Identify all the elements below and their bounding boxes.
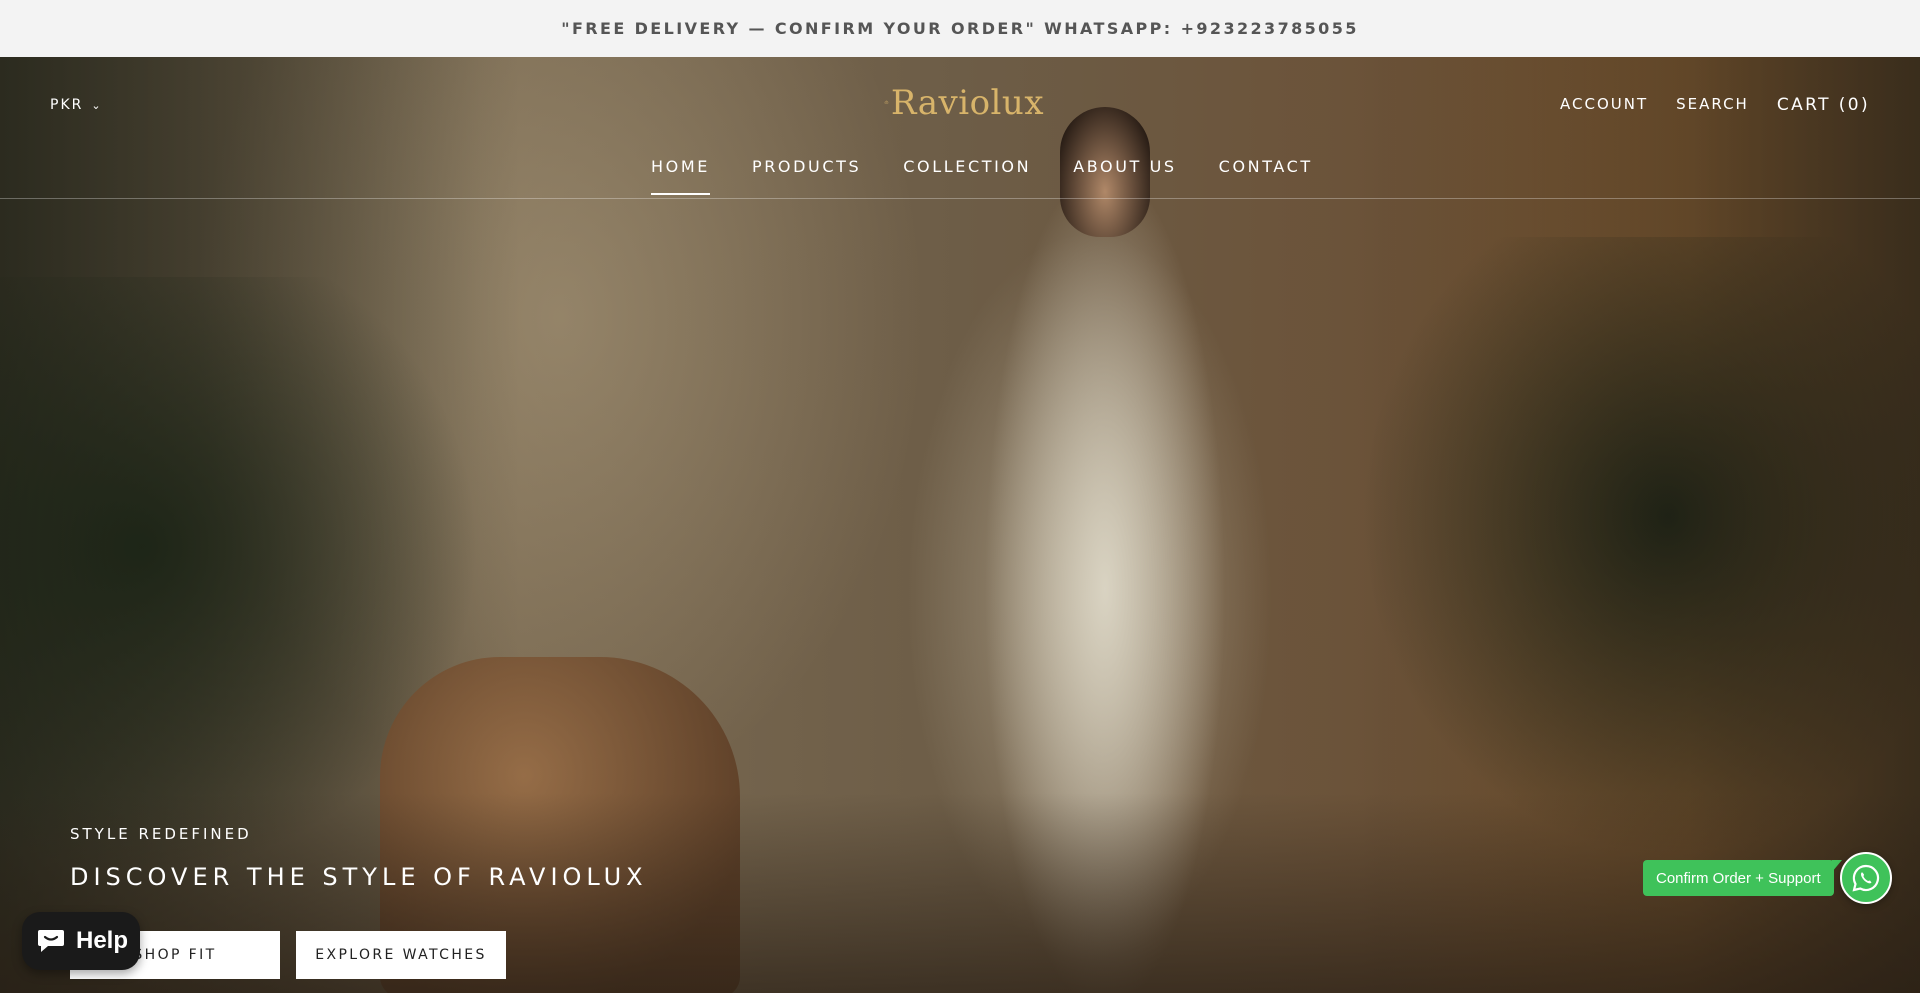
nav-item-contact[interactable]: CONTACT bbox=[1219, 157, 1313, 194]
crown-icon bbox=[884, 100, 889, 104]
hero-copy: STYLE REDEFINED DISCOVER THE STYLE OF RA… bbox=[70, 825, 648, 891]
whatsapp-button[interactable] bbox=[1840, 852, 1892, 904]
announcement-text: "FREE DELIVERY — CONFIRM YOUR ORDER" WHA… bbox=[561, 19, 1359, 38]
nav-item-collection[interactable]: COLLECTION bbox=[903, 157, 1031, 194]
site-header: PKR ⌄ Raviolux ACCOUNT SEARCH CART (0) H… bbox=[0, 57, 1920, 199]
nav-item-products[interactable]: PRODUCTS bbox=[752, 157, 861, 194]
nav-item-about-us[interactable]: ABOUT US bbox=[1073, 157, 1176, 194]
chevron-down-icon: ⌄ bbox=[91, 98, 103, 112]
logo-text: Raviolux bbox=[890, 83, 1044, 123]
announcement-bar: "FREE DELIVERY — CONFIRM YOUR ORDER" WHA… bbox=[0, 0, 1920, 57]
search-link[interactable]: SEARCH bbox=[1676, 95, 1749, 115]
chat-bubble-icon bbox=[38, 930, 64, 952]
explore-watches-button[interactable]: EXPLORE WATCHES bbox=[296, 931, 506, 979]
whatsapp-icon bbox=[1852, 864, 1880, 892]
help-label: Help bbox=[76, 927, 129, 954]
nav-item-home[interactable]: HOME bbox=[651, 157, 710, 195]
hero-eyebrow: STYLE REDEFINED bbox=[70, 825, 252, 843]
help-chat-button[interactable]: Help bbox=[22, 912, 141, 970]
site-logo[interactable]: Raviolux bbox=[884, 71, 1044, 135]
header-actions: ACCOUNT SEARCH CART (0) bbox=[1560, 95, 1870, 115]
main-nav: HOME PRODUCTS COLLECTION ABOUT US CONTAC… bbox=[651, 157, 1313, 195]
whatsapp-label[interactable]: Confirm Order + Support bbox=[1643, 860, 1842, 896]
hero-headline: DISCOVER THE STYLE OF RAVIOLUX bbox=[70, 863, 648, 891]
currency-label: PKR bbox=[50, 97, 84, 113]
cart-link[interactable]: CART (0) bbox=[1777, 95, 1870, 115]
currency-selector[interactable]: PKR ⌄ bbox=[50, 97, 103, 113]
account-link[interactable]: ACCOUNT bbox=[1560, 95, 1648, 115]
